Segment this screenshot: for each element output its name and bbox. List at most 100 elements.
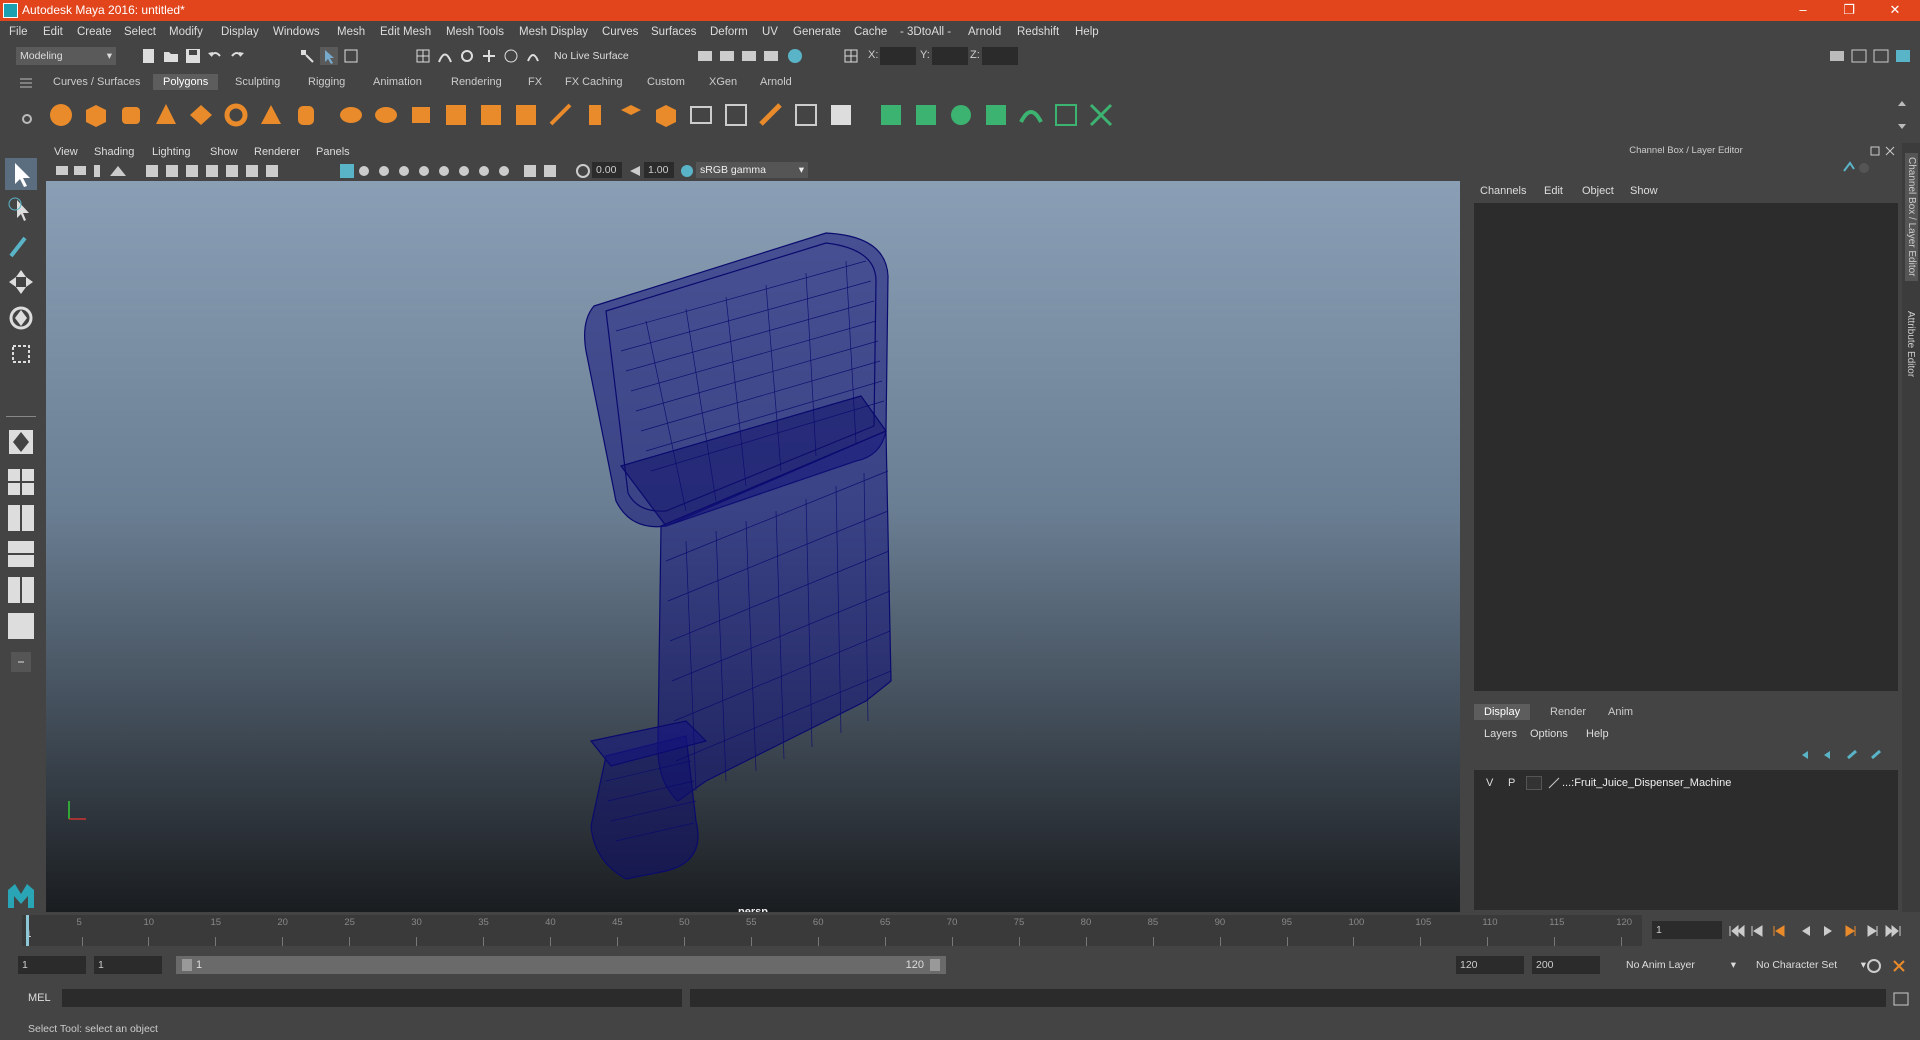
minimize-button[interactable]: – xyxy=(1780,0,1826,21)
bevel-icon[interactable] xyxy=(653,102,679,128)
cb-menu-show[interactable]: Show xyxy=(1630,185,1658,197)
vp-menu-panels[interactable]: Panels xyxy=(316,146,350,158)
multi-cut-icon[interactable] xyxy=(723,102,749,128)
collapse-icon[interactable] xyxy=(793,102,819,128)
vp-menu-shading[interactable]: Shading xyxy=(94,146,134,158)
shading-mode-icons[interactable] xyxy=(340,164,560,178)
range-slider[interactable]: 1 120 xyxy=(176,956,946,974)
persp-outliner-layout-icon[interactable] xyxy=(5,538,37,570)
tab-anim[interactable]: Anim xyxy=(1598,704,1643,720)
poly-cylinder-icon[interactable] xyxy=(118,102,144,128)
menu-surfaces[interactable]: Surfaces xyxy=(651,26,696,38)
playback-controls[interactable] xyxy=(1728,923,1908,939)
save-scene-icon[interactable] xyxy=(184,47,202,65)
separate-icon[interactable] xyxy=(373,102,399,128)
viewport-canvas[interactable]: persp xyxy=(46,181,1460,912)
snap-curve-icon[interactable] xyxy=(436,47,454,65)
poly-pipe-icon[interactable] xyxy=(293,102,319,128)
poly-pyramid-icon[interactable] xyxy=(258,102,284,128)
range-handle-end[interactable] xyxy=(930,959,940,971)
menu-deform[interactable]: Deform xyxy=(710,26,748,38)
poly-torus-icon[interactable] xyxy=(223,102,249,128)
tab-fx[interactable]: FX xyxy=(528,76,542,88)
menu-arnold[interactable]: Arnold xyxy=(968,26,1001,38)
tab-polygons[interactable]: Polygons xyxy=(153,74,219,90)
current-time-marker[interactable] xyxy=(26,915,29,946)
poly-sphere-icon[interactable] xyxy=(48,102,74,128)
cylindrical-uv-icon[interactable] xyxy=(913,102,939,128)
move-tool-icon[interactable] xyxy=(5,266,37,298)
vp-menu-lighting[interactable]: Lighting xyxy=(152,146,191,158)
menu-file[interactable]: File xyxy=(9,26,28,38)
le-menu-help[interactable]: Help xyxy=(1586,728,1609,740)
start-time-field[interactable]: 1 xyxy=(18,956,86,974)
tab-xgen[interactable]: XGen xyxy=(709,76,737,88)
menu-curves[interactable]: Curves xyxy=(602,26,638,38)
render-view-icon[interactable] xyxy=(696,47,714,65)
mel-label[interactable]: MEL xyxy=(28,992,51,1004)
combine-icon[interactable] xyxy=(338,102,364,128)
channel-box-toggle-icon[interactable] xyxy=(1894,47,1912,65)
uv-editor-icon[interactable] xyxy=(1053,102,1079,128)
menu-create[interactable]: Create xyxy=(77,26,112,38)
end-time-field[interactable]: 200 xyxy=(1532,956,1600,974)
tab-render[interactable]: Render xyxy=(1540,704,1596,720)
snap-grid-icon[interactable] xyxy=(414,47,432,65)
snap-view-icon[interactable] xyxy=(480,47,498,65)
four-pane-layout-icon[interactable] xyxy=(5,466,37,498)
tab-rigging[interactable]: Rigging xyxy=(308,76,345,88)
range-handle-start[interactable] xyxy=(182,959,192,971)
playback-start-field[interactable]: 1 xyxy=(94,956,162,974)
smooth-icon[interactable] xyxy=(443,102,469,128)
poly-plane-icon[interactable] xyxy=(188,102,214,128)
menu-select[interactable]: Select xyxy=(124,26,156,38)
layer-color-swatch[interactable] xyxy=(1526,776,1542,790)
menu-mesh[interactable]: Mesh xyxy=(337,26,365,38)
menu-help[interactable]: Help xyxy=(1075,26,1099,38)
x-field[interactable] xyxy=(880,47,916,65)
attribute-editor-toggle-icon[interactable] xyxy=(1872,47,1890,65)
hypershade-layout-icon[interactable] xyxy=(5,610,37,642)
side-tab-channel-box[interactable]: Channel Box / Layer Editor xyxy=(1905,153,1918,281)
lasso-tool-icon[interactable] xyxy=(5,194,37,226)
target-weld-icon[interactable] xyxy=(758,102,784,128)
boolean-icon[interactable] xyxy=(478,102,504,128)
spherical-uv-icon[interactable] xyxy=(948,102,974,128)
gamma-field[interactable]: 1.00 xyxy=(644,162,674,178)
le-menu-layers[interactable]: Layers xyxy=(1484,728,1517,740)
tab-rendering[interactable]: Rendering xyxy=(451,76,502,88)
outliner-toggle-icon[interactable] xyxy=(1850,47,1868,65)
menu-generate[interactable]: Generate xyxy=(793,26,841,38)
extrude-icon[interactable] xyxy=(548,102,574,128)
tab-arnold[interactable]: Arnold xyxy=(760,76,792,88)
redo-icon[interactable] xyxy=(228,47,246,65)
channel-box-body[interactable] xyxy=(1474,203,1898,691)
menu-cache[interactable]: Cache xyxy=(854,26,887,38)
cb-menu-channels[interactable]: Channels xyxy=(1480,185,1526,197)
new-scene-icon[interactable] xyxy=(140,47,158,65)
y-field[interactable] xyxy=(932,47,968,65)
panel-float-close-icons[interactable] xyxy=(1870,145,1896,157)
bridge-icon[interactable] xyxy=(583,102,609,128)
automatic-uv-icon[interactable] xyxy=(983,102,1009,128)
auto-key-prefs-icons[interactable] xyxy=(1866,958,1912,974)
tab-sculpting[interactable]: Sculpting xyxy=(235,76,280,88)
side-tab-attribute-editor[interactable]: Attribute Editor xyxy=(1905,311,1916,377)
close-button[interactable]: ✕ xyxy=(1872,0,1918,21)
vp-menu-show[interactable]: Show xyxy=(210,146,238,158)
menu-3dtoall[interactable]: - 3DtoAll - xyxy=(900,26,951,38)
persp-graph-layout-icon[interactable] xyxy=(5,574,37,606)
symmetry-icon[interactable] xyxy=(1088,102,1114,128)
scale-tool-icon[interactable] xyxy=(5,338,37,370)
cb-options-icons[interactable] xyxy=(1842,161,1872,175)
menu-display[interactable]: Display xyxy=(221,26,259,38)
poly-cone-icon[interactable] xyxy=(153,102,179,128)
shelf-menu-icon[interactable] xyxy=(20,78,32,88)
tab-fx-caching[interactable]: FX Caching xyxy=(565,76,622,88)
menu-windows[interactable]: Windows xyxy=(273,26,320,38)
tab-curves-surfaces[interactable]: Curves / Surfaces xyxy=(53,76,140,88)
fill-hole-icon[interactable] xyxy=(828,102,854,128)
menu-edit[interactable]: Edit xyxy=(43,26,63,38)
rotate-tool-icon[interactable] xyxy=(5,302,37,334)
select-tool-icon[interactable] xyxy=(5,158,37,190)
